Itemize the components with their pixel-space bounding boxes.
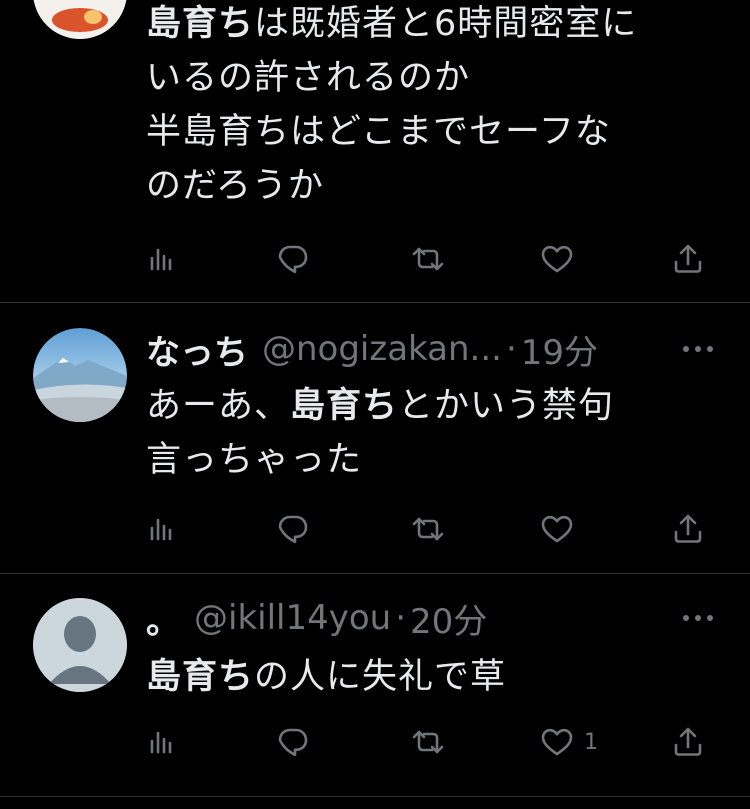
timestamp[interactable]: 19分 (521, 325, 598, 374)
share-icon (672, 725, 704, 759)
like-count: 1 (584, 729, 598, 755)
like-button[interactable]: 1 (540, 722, 598, 762)
separator-dot: · (505, 329, 517, 369)
share-button[interactable] (672, 509, 704, 549)
retweet-icon (410, 725, 446, 759)
views-button[interactable] (146, 239, 176, 279)
avatar[interactable] (33, 328, 127, 422)
like-button[interactable] (540, 509, 584, 549)
share-button[interactable] (672, 722, 704, 762)
reply-button[interactable] (276, 509, 310, 549)
highlighted-term: 島育ち (290, 386, 399, 426)
tweet-text-line: 島育ちの人に失礼で草 (146, 650, 726, 704)
views-icon (146, 244, 176, 274)
retweet-button[interactable] (410, 722, 446, 762)
action-bar (0, 239, 750, 279)
tweet-text-line: いるの許されるのか (146, 51, 726, 105)
like-icon (540, 513, 574, 545)
text-segment: あーあ、 (146, 386, 291, 426)
views-button[interactable] (146, 509, 176, 549)
text-segment: 言っちゃった (146, 440, 363, 480)
like-icon (540, 243, 574, 275)
avatar[interactable] (33, 0, 127, 39)
highlighted-term: 島育ち (146, 4, 255, 44)
tweet-text-line: のだろうか (146, 159, 726, 213)
tweet-header: なっち @nogizakan... · 19分 (146, 325, 598, 373)
retweet-icon (410, 242, 446, 276)
tweet-text: 島育ちの人に失礼で草 (146, 650, 726, 704)
tweet-1[interactable]: 島育ちは既婚者と6時間密室にいるの許されるのか半島育ちはどこまでセーフな のだろう… (0, 0, 750, 302)
reply-button[interactable] (276, 239, 310, 279)
tweet-text: 島育ちは既婚者と6時間密室にいるの許されるのか半島育ちはどこまでセーフな のだろう… (146, 0, 726, 213)
tweet-text: あーあ、島育ちとかいう禁句 言っちゃった (146, 379, 726, 487)
separator-dot: · (395, 598, 407, 638)
reply-icon (276, 242, 310, 276)
action-bar (0, 509, 750, 549)
retweet-icon (410, 512, 446, 546)
more-icon[interactable] (678, 329, 718, 369)
text-segment: の人に失礼で草 (254, 657, 507, 697)
tweet-header: 。 @ikill14you · 20分 (146, 594, 487, 642)
action-bar: 1 (0, 722, 750, 762)
tweet-text-line: 島育ちは既婚者と6時間密室に (146, 0, 726, 51)
more-icon[interactable] (678, 598, 718, 638)
user-handle[interactable]: @ikill14you (194, 598, 391, 638)
like-icon (540, 726, 574, 758)
tweet-text-line: 言っちゃった (146, 433, 726, 487)
tweet-text-line: あーあ、島育ちとかいう禁句 (146, 379, 726, 433)
text-segment: は既婚者と6時間密室に (254, 4, 638, 44)
share-icon (672, 512, 704, 546)
tweet-text-line: 半島育ちはどこまでセーフな (146, 105, 726, 159)
divider (0, 796, 750, 797)
reply-icon (276, 725, 310, 759)
tweet-2[interactable]: なっち @nogizakan... · 19分 あーあ、島育ちとかいう禁句 言っち… (0, 303, 750, 573)
highlighted-term: 島育ち (146, 657, 255, 697)
timestamp[interactable]: 20分 (410, 594, 487, 643)
retweet-button[interactable] (410, 509, 446, 549)
share-icon (672, 242, 704, 276)
views-icon (146, 514, 176, 544)
like-button[interactable] (540, 239, 584, 279)
user-handle[interactable]: @nogizakan... (262, 329, 502, 369)
tweet-3[interactable]: 。 @ikill14you · 20分 島育ちの人に失礼で草 1 (0, 574, 750, 809)
views-button[interactable] (146, 722, 176, 762)
display-name[interactable]: 。 (146, 594, 180, 643)
text-segment: のだろうか (146, 166, 324, 206)
display-name[interactable]: なっち (146, 325, 248, 374)
text-segment: とかいう禁句 (398, 386, 615, 426)
text-segment: 半島育ちはどこまでセーフな (146, 112, 611, 152)
text-segment: いるの許されるのか (146, 58, 471, 98)
views-icon (146, 727, 176, 757)
share-button[interactable] (672, 239, 704, 279)
retweet-button[interactable] (410, 239, 446, 279)
reply-icon (276, 512, 310, 546)
avatar[interactable] (33, 598, 127, 692)
reply-button[interactable] (276, 722, 310, 762)
